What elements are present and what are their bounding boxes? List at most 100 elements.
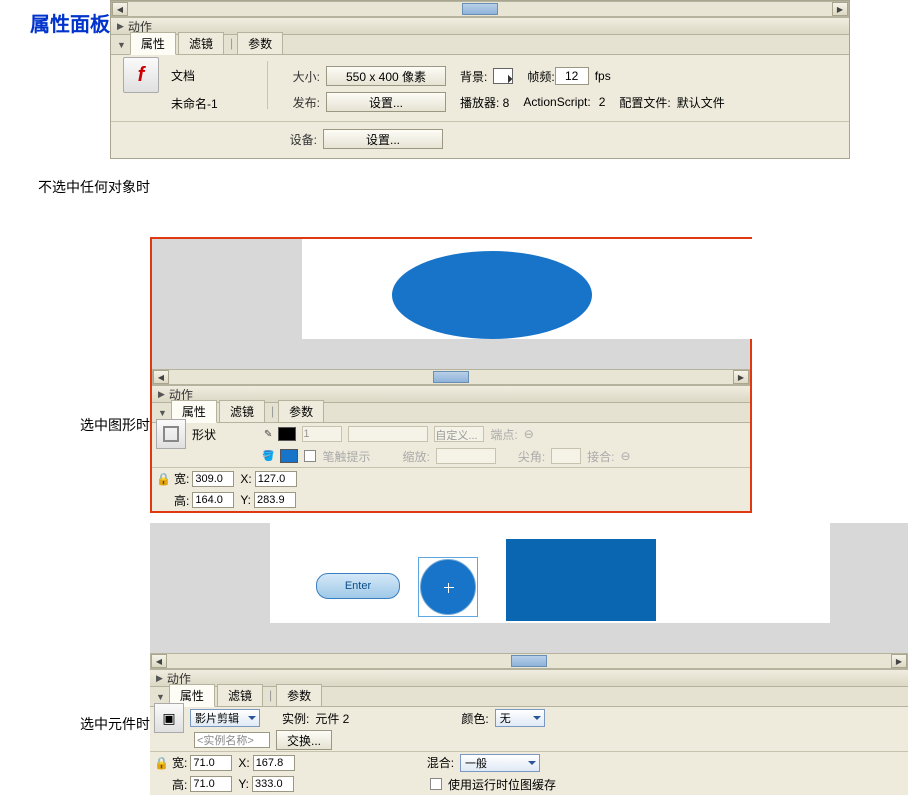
rectangle-symbol[interactable] [506,539,656,621]
scroll-left-icon[interactable]: ◀ [151,654,167,668]
bg-label: 背景: [460,68,487,85]
tab-params[interactable]: 参数 [237,32,283,54]
bg-swatch[interactable] [493,68,513,84]
publish-label: 发布: [274,94,320,111]
properties-panel-symbol: Enter ◀ ▶ ▶动作 ▼ 属性 滤镜 | 参数 ▣ 影片剪辑 实例: 元件 [150,523,908,795]
as-label: ActionScript: [523,95,590,109]
y-input[interactable] [254,492,296,508]
scale-label: 缩放: [402,448,429,465]
symbol-icon: ▣ [154,703,184,733]
size-label: 大小: [274,68,320,85]
scale-dd[interactable] [436,448,496,464]
stroke-hint-checkbox[interactable] [304,450,316,462]
fps-label: 帧频: [527,68,554,85]
collapse-icon[interactable]: ▶ [156,673,163,684]
y-label: Y: [240,493,251,507]
tab-row: ▼ 属性 滤镜 | 参数 [111,35,849,55]
h-scrollbar[interactable]: ◀ ▶ [111,1,849,17]
fill-swatch[interactable] [280,449,298,463]
lock-icon[interactable]: 🔒 [156,472,168,486]
profile-value: 默认文件 [677,94,725,111]
h-scrollbar[interactable]: ◀ ▶ [150,653,908,669]
stroke-weight-input[interactable] [302,426,342,442]
lock-icon[interactable]: 🔒 [154,756,166,770]
shape-selected-label: 选中图形时 [0,315,150,435]
tabrow-collapse-icon[interactable]: ▼ [156,692,165,702]
x-label: X: [238,756,249,770]
symbol-selected-label: 选中元件时 [0,584,150,734]
tab-filters[interactable]: 滤镜 [217,684,263,706]
collapse-icon[interactable]: ▶ [117,21,124,32]
profile-label: 配置文件: [619,94,670,111]
collapse-icon[interactable]: ▶ [158,389,165,400]
instance-name-input[interactable] [194,732,270,748]
color-label: 颜色: [461,710,488,727]
blend-dropdown[interactable]: 一般 [460,754,540,772]
no-selection-label: 不选中任何对象时 [0,167,150,197]
tabrow-collapse-icon[interactable]: ▼ [158,408,167,418]
width-input[interactable] [190,755,232,771]
stroke-style-dd[interactable] [348,426,428,442]
w-label: 宽: [172,754,187,771]
scroll-thumb[interactable] [462,3,498,15]
device-settings-button[interactable]: 设置... [323,129,443,149]
fps-unit: fps [595,69,611,83]
height-input[interactable] [190,776,232,792]
shape-label: 形状 [192,426,232,443]
cache-label: 使用运行时位图缓存 [448,776,556,793]
doc-name: 未命名-1 [171,95,251,112]
registration-point-icon [444,583,454,593]
color-dropdown[interactable]: 无 [495,709,545,727]
scroll-left-icon[interactable]: ◀ [112,2,128,16]
miter-input[interactable] [551,448,581,464]
w-label: 宽: [174,470,189,487]
blend-label: 混合: [427,754,454,771]
x-input[interactable] [253,755,295,771]
instance-name: 元件 2 [315,710,349,727]
tab-properties[interactable]: 属性 [130,32,176,55]
device-label: 设备: [271,131,317,148]
custom-button[interactable]: 自定义... [434,426,484,442]
scroll-left-icon[interactable]: ◀ [153,370,169,384]
x-label: X: [240,472,251,486]
tab-filters[interactable]: 滤镜 [219,400,265,422]
stage-area[interactable]: Enter [150,523,908,653]
player-label: 播放器: 8 [460,94,509,111]
oval-shape[interactable] [392,251,592,339]
publish-settings-button[interactable]: 设置... [326,92,446,112]
bucket-icon: 🪣 [262,451,274,462]
cap-label: 端点: [490,426,517,443]
scroll-right-icon[interactable]: ▶ [733,370,749,384]
x-input[interactable] [255,471,297,487]
scroll-thumb[interactable] [511,655,547,667]
doc-type: 文档 [171,67,251,84]
tabrow-collapse-icon[interactable]: ▼ [117,40,126,50]
scroll-right-icon[interactable]: ▶ [891,654,907,668]
swap-button[interactable]: 交换... [276,730,332,750]
join-label: 接合: [587,448,614,465]
stage-area[interactable] [152,239,750,369]
width-input[interactable] [192,471,234,487]
tab-params[interactable]: 参数 [276,684,322,706]
fps-input[interactable] [555,67,589,85]
tab-filters[interactable]: 滤镜 [178,32,224,54]
cap-icon: ⊖ [524,427,534,441]
y-label: Y: [238,777,249,791]
y-input[interactable] [252,776,294,792]
h-scrollbar[interactable]: ◀ ▶ [152,369,750,385]
enter-button-symbol[interactable]: Enter [316,573,400,599]
scroll-right-icon[interactable]: ▶ [832,2,848,16]
symbol-type-dropdown[interactable]: 影片剪辑 [190,709,260,727]
flash-doc-icon: f [123,57,159,93]
size-button[interactable]: 550 x 400 像素 [326,66,446,86]
pencil-icon: ✎ [264,429,272,440]
stroke-swatch[interactable] [278,427,296,441]
scroll-thumb[interactable] [433,371,469,383]
cache-checkbox[interactable] [430,778,442,790]
brush-hint-label: 笔触提示 [322,448,370,465]
properties-panel-noselect: ◀ ▶ ▶ 动作 ▼ 属性 滤镜 | 参数 [110,0,850,159]
instance-label: 实例: [282,710,309,727]
tab-params[interactable]: 参数 [278,400,324,422]
height-input[interactable] [192,492,234,508]
shape-tool-icon [156,419,186,449]
